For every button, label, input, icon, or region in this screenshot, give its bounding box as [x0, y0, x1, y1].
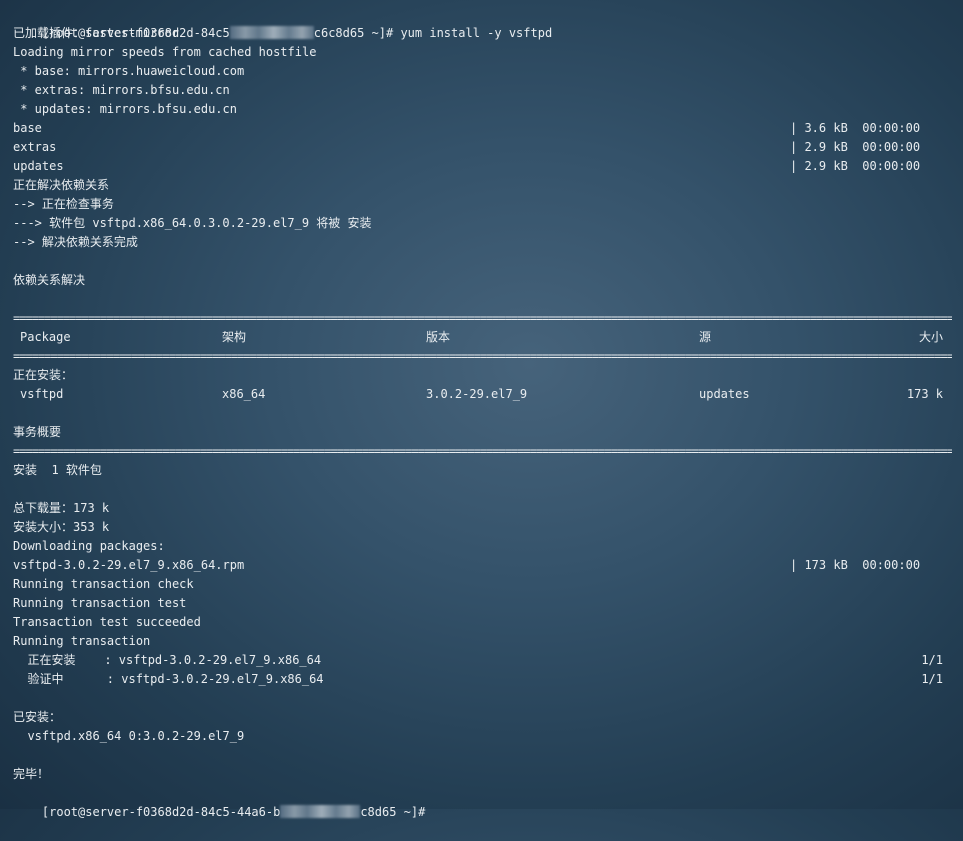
installed-size: 安装大小：353 k [13, 520, 110, 534]
separator-line: ========================================… [13, 444, 952, 458]
repo-name: extras [13, 140, 57, 154]
prompt-prefix: [root@server-f0368d2d-84c5-44a6-b [41, 805, 281, 819]
summary-install-count: 安装 1 软件包 [13, 463, 102, 477]
installing-label: 正在安装： [13, 368, 74, 382]
complete-message: 完毕！ [13, 767, 50, 781]
text-cursor [433, 806, 440, 820]
prompt-suffix: c8d65 ~]# [360, 805, 433, 819]
progress-verifying: 验证中 : vsftpd-3.0.2-29.el7_9.x86_64 [13, 672, 324, 686]
output-line: Transaction test succeeded [13, 615, 201, 629]
row-version: 3.0.2-29.el7_9 [426, 387, 528, 401]
separator-line: ========================================… [13, 349, 952, 363]
repo-size: | 2.9 kB 00:00:00 [790, 140, 921, 154]
output-line: Running transaction [13, 634, 151, 648]
deps-resolved-heading: 依赖关系解决 [13, 273, 86, 287]
header-size: 大小 [918, 330, 943, 344]
installed-item: vsftpd.x86_64 0:3.0.2-29.el7_9 [13, 729, 245, 743]
command-text: yum install -y vsftpd [400, 26, 553, 40]
terminal-window[interactable]: [root@server-f0368d2d-84c5 c6c8d65 ~]# yu… [0, 0, 963, 819]
progress-count: 1/1 [921, 672, 943, 686]
output-line: Running transaction check [13, 577, 194, 591]
row-repo: updates [699, 387, 750, 401]
header-package: Package [20, 330, 71, 344]
header-arch: 架构 [222, 330, 247, 344]
output-line: --> 正在检查事务 [13, 197, 114, 211]
header-repo: 源 [699, 330, 712, 344]
output-line: * extras: mirrors.bfsu.edu.cn [13, 83, 230, 97]
output-line: 正在解决依赖关系 [13, 178, 110, 192]
output-line: Running transaction test [13, 596, 187, 610]
repo-name: updates [13, 159, 64, 173]
command-prompt-line: [root@server-f0368d2d-84c5 c6c8d65 ~]# yu… [13, 5, 552, 40]
total-download-size: 总下载量：173 k [13, 501, 110, 515]
repo-size: | 3.6 kB 00:00:00 [790, 121, 921, 135]
output-line: * updates: mirrors.bfsu.edu.cn [13, 102, 237, 116]
summary-title: 事务概要 [13, 425, 62, 439]
rpm-filename: vsftpd-3.0.2-29.el7_9.x86_64.rpm [13, 558, 245, 572]
output-line: * base: mirrors.huaweicloud.com [13, 64, 245, 78]
repo-size: | 2.9 kB 00:00:00 [790, 159, 921, 173]
progress-installing: 正在安装 : vsftpd-3.0.2-29.el7_9.x86_64 [13, 653, 322, 667]
output-line: --> 解决依赖关系完成 [13, 235, 138, 249]
row-arch: x86_64 [222, 387, 266, 401]
rpm-size: | 173 kB 00:00:00 [790, 558, 921, 572]
row-size: 173 k [906, 387, 943, 401]
progress-count: 1/1 [921, 653, 943, 667]
output-line: 已加载插件：fastestmirror [13, 26, 179, 40]
header-version: 版本 [426, 330, 451, 344]
separator-line: ========================================… [13, 311, 952, 325]
downloading-label: Downloading packages: [13, 539, 165, 553]
row-package: vsftpd [20, 387, 64, 401]
output-line: Loading mirror speeds from cached hostfi… [13, 45, 317, 59]
redacted-hostname-blur [229, 26, 314, 39]
prompt-suffix: c6c8d65 ~]# [313, 26, 401, 40]
redacted-hostname-blur [280, 805, 361, 818]
repo-name: base [13, 121, 42, 135]
shell-prompt-line[interactable]: [root@server-f0368d2d-84c5-44a6-b c8d65 ~… [13, 784, 440, 819]
installed-title: 已安装： [13, 710, 62, 724]
output-line: ---> 软件包 vsftpd.x86_64.0.3.0.2-29.el7_9 … [13, 216, 372, 230]
